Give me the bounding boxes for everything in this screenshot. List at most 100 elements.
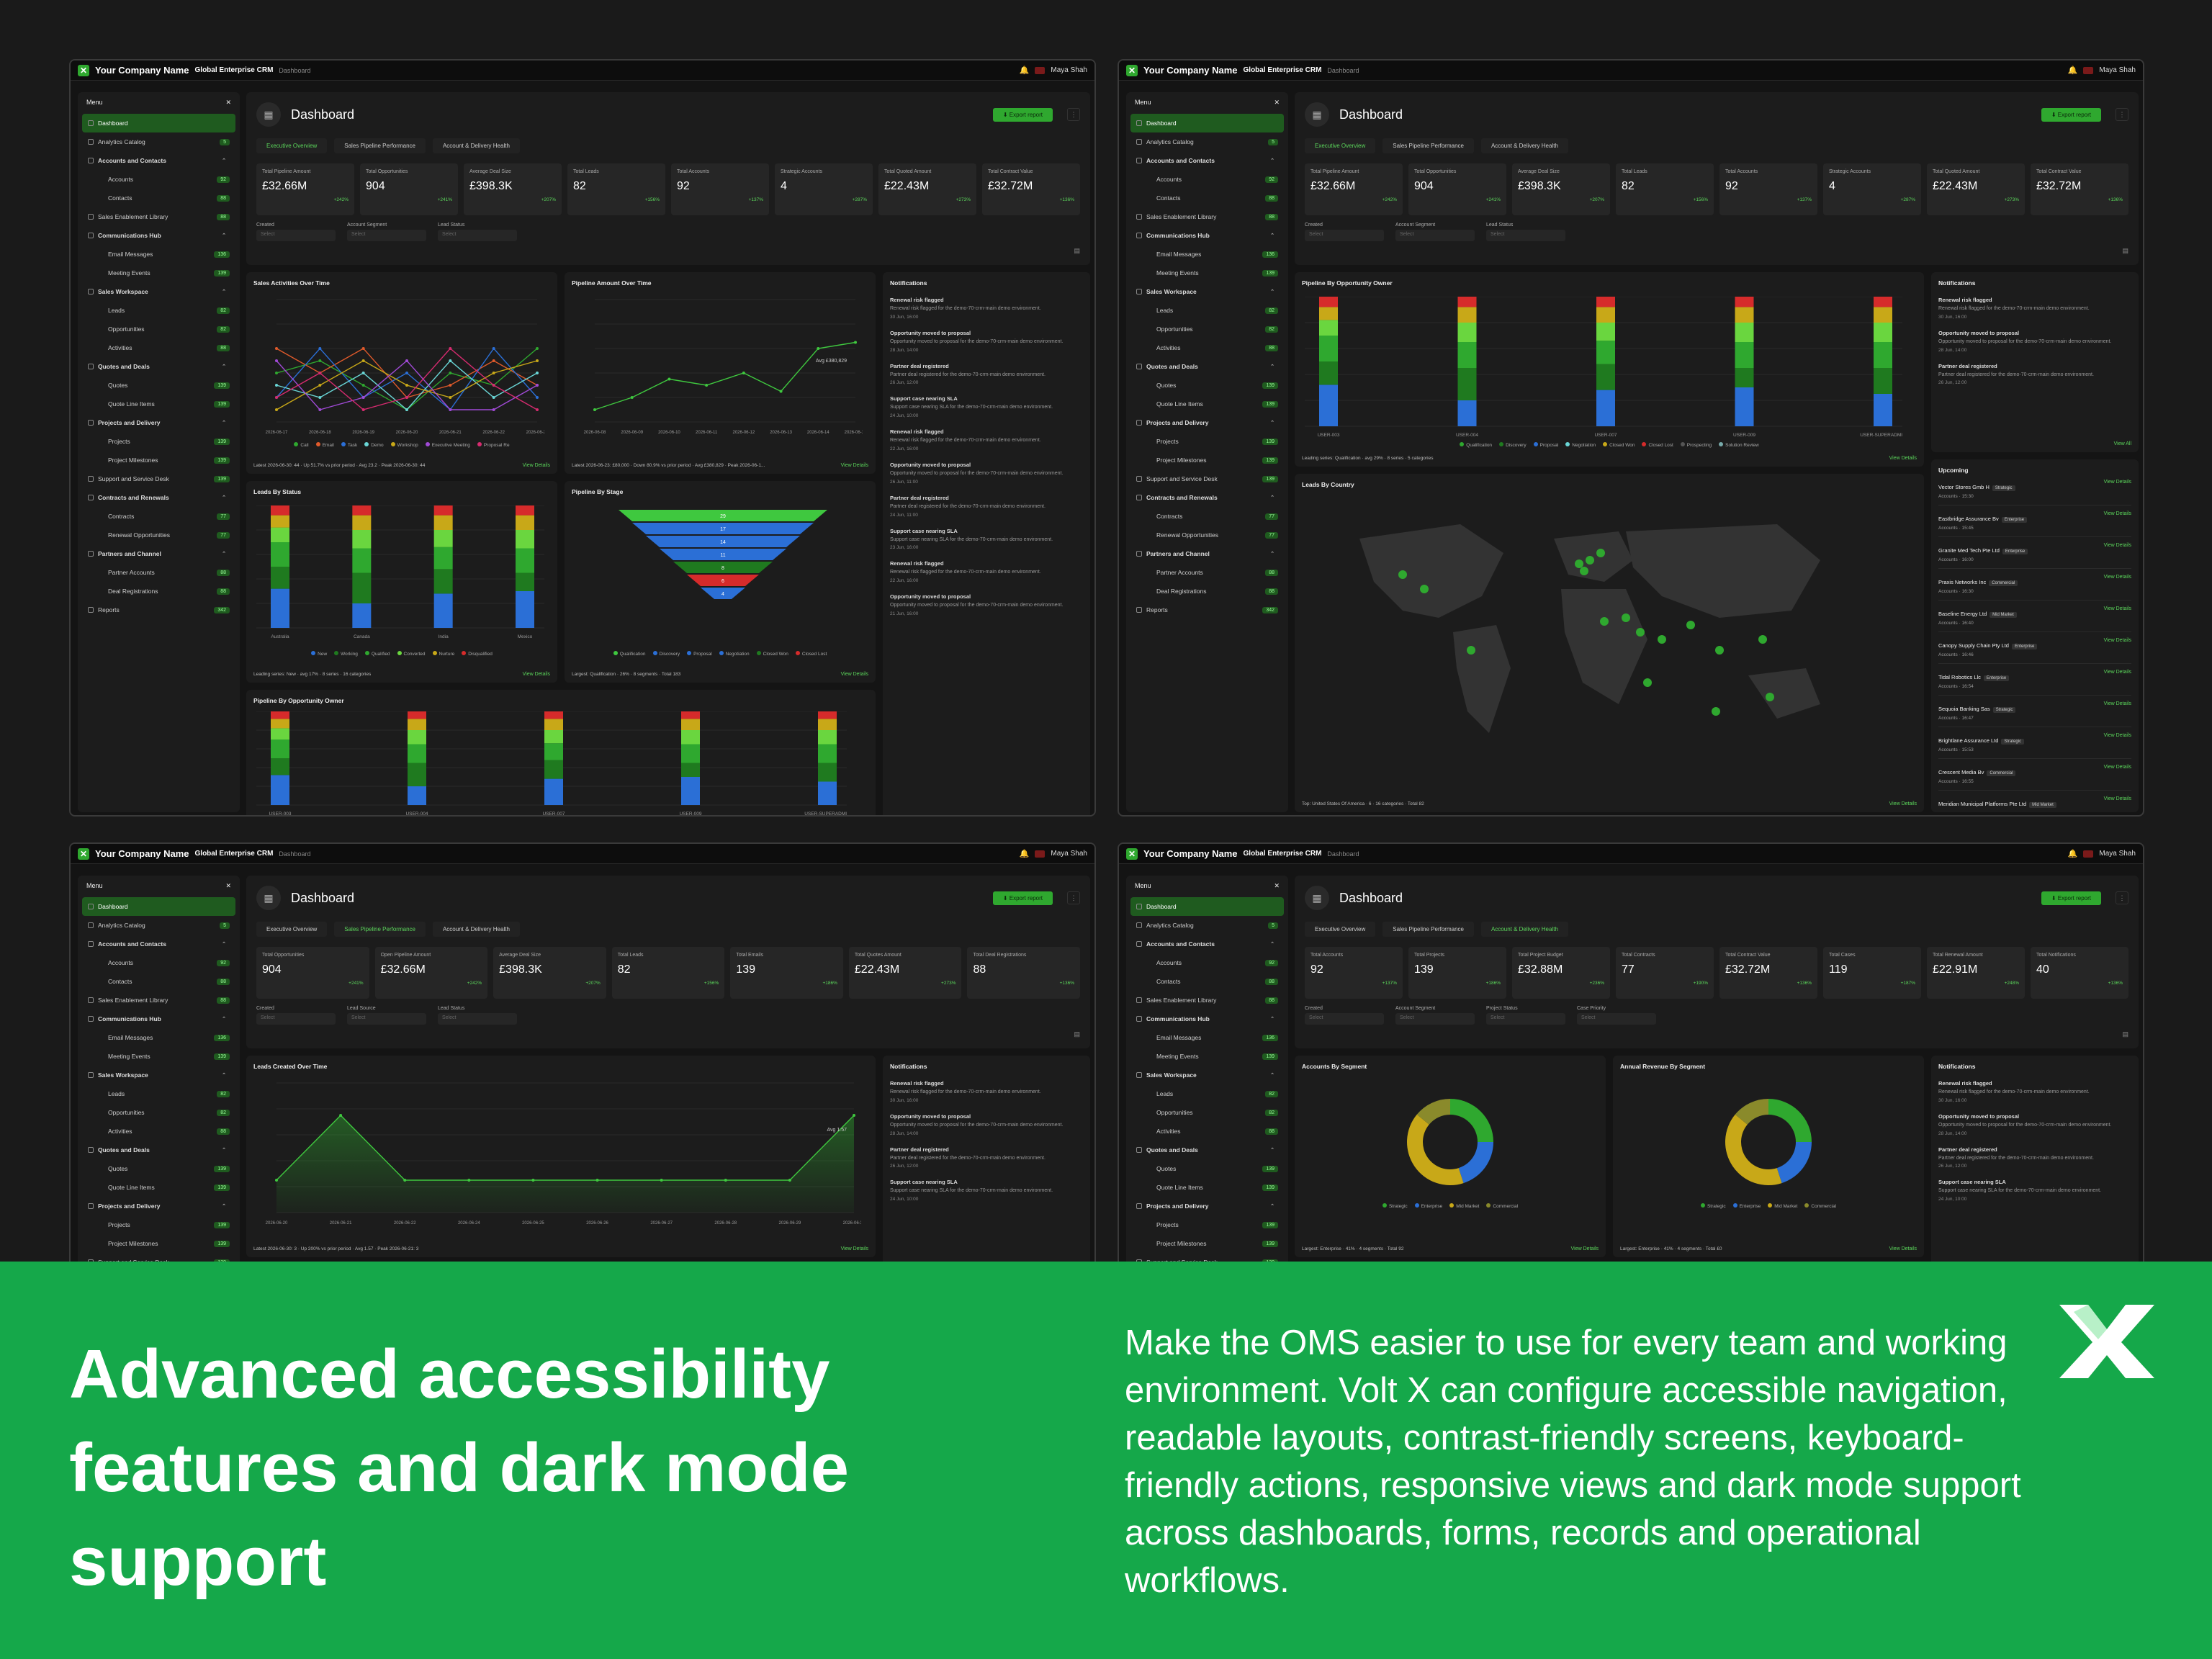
view-details-link[interactable]: View Details bbox=[1889, 801, 1917, 806]
legend-item[interactable]: Proposal bbox=[1533, 442, 1558, 448]
sidebar-item[interactable]: Email Messages 136 bbox=[82, 245, 235, 264]
bell-icon[interactable]: 🔔 bbox=[1020, 849, 1030, 858]
sidebar-item[interactable]: Contracts 77 bbox=[82, 507, 235, 526]
breadcrumb[interactable]: Dashboard bbox=[1327, 67, 1359, 74]
kpi-card[interactable]: Total Quotes Amount £22.43M +273% bbox=[848, 947, 962, 999]
legend-item[interactable]: Working bbox=[334, 651, 358, 657]
filter-select[interactable]: Select bbox=[438, 1013, 517, 1025]
chevron-up-icon[interactable]: ⌃ bbox=[218, 419, 230, 426]
close-icon[interactable]: ✕ bbox=[225, 99, 231, 107]
kpi-card[interactable]: Total Accounts 92 +137% bbox=[671, 163, 769, 215]
sidebar-item[interactable]: Email Messages 136 bbox=[82, 1028, 235, 1047]
sidebar-item[interactable]: Quote Line Items 139 bbox=[82, 395, 235, 413]
legend-item[interactable]: Closed Lost bbox=[795, 651, 827, 657]
chevron-up-icon[interactable]: ⌃ bbox=[218, 232, 230, 239]
notification-item[interactable]: Support case nearing SLA Support case nea… bbox=[890, 528, 1083, 551]
view-details-link[interactable]: View Details bbox=[523, 463, 550, 468]
notification-item[interactable]: Opportunity moved to proposal Opportunity… bbox=[1938, 1113, 2131, 1136]
sidebar-item[interactable]: Projects and Delivery ⌃ bbox=[1130, 413, 1284, 432]
kpi-card[interactable]: Total Contract Value £32.72M +136% bbox=[982, 163, 1080, 215]
sidebar-item[interactable]: Partners and Channel ⌃ bbox=[82, 544, 235, 563]
user-name[interactable]: Maya Shah bbox=[2099, 850, 2136, 858]
view-details-link[interactable]: View Details bbox=[841, 463, 868, 468]
chevron-up-icon[interactable]: ⌃ bbox=[1267, 288, 1278, 295]
view-details-link[interactable]: View Details bbox=[1571, 1246, 1599, 1251]
kpi-card[interactable]: Open Pipeline Amount £32.66M +242% bbox=[374, 947, 488, 999]
chevron-up-icon[interactable]: ⌃ bbox=[1267, 1146, 1278, 1154]
notification-item[interactable]: Renewal risk flagged Renewal risk flagged… bbox=[890, 1080, 1083, 1103]
sidebar-item[interactable]: Quote Line Items 139 bbox=[1130, 395, 1284, 413]
view-details-link[interactable]: View Details bbox=[2104, 606, 2131, 611]
filter-select[interactable]: Select bbox=[438, 230, 517, 241]
sidebar-item[interactable]: Sales Workspace ⌃ bbox=[1130, 1066, 1284, 1084]
legend-item[interactable]: Commercial bbox=[1486, 1203, 1518, 1209]
notification-item[interactable]: Renewal risk flagged Renewal risk flagged… bbox=[890, 428, 1083, 451]
legend-item[interactable]: Email bbox=[315, 442, 334, 448]
chevron-up-icon[interactable]: ⌃ bbox=[218, 1071, 230, 1079]
tab[interactable]: Sales Pipeline Performance bbox=[1382, 138, 1474, 153]
sidebar-item[interactable]: Quotes and Deals ⌃ bbox=[1130, 357, 1284, 376]
chevron-up-icon[interactable]: ⌃ bbox=[218, 363, 230, 370]
sidebar-item[interactable]: Quotes 139 bbox=[1130, 376, 1284, 395]
sidebar-item[interactable]: Activities 88 bbox=[1130, 338, 1284, 357]
chevron-up-icon[interactable]: ⌃ bbox=[1267, 363, 1278, 370]
tab[interactable]: Executive Overview bbox=[1305, 922, 1376, 937]
filter-select[interactable]: Select bbox=[1395, 1013, 1475, 1025]
sidebar-item[interactable]: Deal Registrations 88 bbox=[1130, 582, 1284, 601]
notification-item[interactable]: Opportunity moved to proposal Opportunity… bbox=[890, 330, 1083, 353]
kpi-card[interactable]: Total Quoted Amount £22.43M +273% bbox=[878, 163, 976, 215]
notification-item[interactable]: Partner deal registered Partner deal regi… bbox=[1938, 1146, 2131, 1169]
view-details-link[interactable]: View Details bbox=[2104, 638, 2131, 643]
legend-item[interactable]: Closed Won bbox=[756, 651, 788, 657]
bell-icon[interactable]: 🔔 bbox=[1020, 66, 1030, 75]
sidebar-item[interactable]: Opportunities 82 bbox=[1130, 1103, 1284, 1122]
view-details-link[interactable]: View Details bbox=[523, 672, 550, 677]
close-icon[interactable]: ✕ bbox=[225, 882, 231, 890]
legend-item[interactable]: Call bbox=[294, 442, 309, 448]
sidebar-item[interactable]: Projects 139 bbox=[82, 432, 235, 451]
view-details-link[interactable]: View Details bbox=[2104, 796, 2131, 801]
sidebar-item[interactable]: Leads 82 bbox=[82, 1084, 235, 1103]
kpi-card[interactable]: Total Pipeline Amount £32.66M +242% bbox=[256, 163, 354, 215]
notification-item[interactable]: Partner deal registered Partner deal regi… bbox=[1938, 363, 2131, 386]
view-details-link[interactable]: View Details bbox=[2104, 575, 2131, 580]
sidebar-item[interactable]: Contracts and Renewals ⌃ bbox=[82, 488, 235, 507]
sidebar-item[interactable]: Analytics Catalog 5 bbox=[1130, 916, 1284, 935]
sidebar-item[interactable]: Support and Service Desk 139 bbox=[1130, 469, 1284, 488]
sidebar-item[interactable]: Communications Hub ⌃ bbox=[82, 226, 235, 245]
kpi-card[interactable]: Total Leads 82 +156% bbox=[611, 947, 725, 999]
sidebar-item[interactable]: Partner Accounts 88 bbox=[1130, 563, 1284, 582]
sidebar-item[interactable]: Analytics Catalog 5 bbox=[1130, 132, 1284, 151]
notification-item[interactable]: Renewal risk flagged Renewal risk flagged… bbox=[1938, 1080, 2131, 1103]
sidebar-item[interactable]: Renewal Opportunities 77 bbox=[82, 526, 235, 544]
kpi-card[interactable]: Total Opportunities 904 +241% bbox=[360, 163, 458, 215]
kpi-card[interactable]: Average Deal Size £398.3K +207% bbox=[493, 947, 606, 999]
avatar[interactable] bbox=[1035, 66, 1046, 74]
sidebar-item[interactable]: Communications Hub ⌃ bbox=[1130, 226, 1284, 245]
sidebar-item[interactable]: Support and Service Desk 139 bbox=[82, 469, 235, 488]
kpi-card[interactable]: Average Deal Size £398.3K +207% bbox=[1512, 163, 1610, 215]
legend-item[interactable]: Negotiation bbox=[719, 651, 750, 657]
notification-item[interactable]: Renewal risk flagged Renewal risk flagged… bbox=[890, 297, 1083, 320]
view-details-link[interactable]: View Details bbox=[2104, 543, 2131, 548]
legend-item[interactable]: Strategic bbox=[1382, 1203, 1408, 1209]
notification-item[interactable]: Opportunity moved to proposal Opportunity… bbox=[890, 1113, 1083, 1136]
legend-item[interactable]: Solution Review bbox=[1719, 442, 1759, 448]
company-logo-icon[interactable]: ✕ bbox=[78, 848, 89, 860]
filter-select[interactable]: Select bbox=[1305, 230, 1384, 241]
filter-select[interactable]: Select bbox=[347, 1013, 426, 1025]
legend-item[interactable]: Discovery bbox=[1499, 442, 1527, 448]
sidebar-item[interactable]: Sales Enablement Library 88 bbox=[82, 991, 235, 1010]
chevron-up-icon[interactable]: ⌃ bbox=[218, 1146, 230, 1154]
sidebar-item[interactable]: Projects and Delivery ⌃ bbox=[82, 413, 235, 432]
sidebar-item[interactable]: Leads 82 bbox=[1130, 301, 1284, 320]
sidebar-item[interactable]: Sales Enablement Library 88 bbox=[1130, 207, 1284, 226]
tab[interactable]: Executive Overview bbox=[256, 138, 328, 153]
filter-select[interactable]: Select bbox=[347, 230, 426, 241]
sidebar-item[interactable]: Projects 139 bbox=[82, 1215, 235, 1234]
chevron-up-icon[interactable]: ⌃ bbox=[218, 288, 230, 295]
sidebar-item[interactable]: Sales Workspace ⌃ bbox=[1130, 282, 1284, 301]
sidebar-item[interactable]: Accounts 92 bbox=[1130, 170, 1284, 189]
avatar[interactable] bbox=[1035, 850, 1046, 858]
export-report-button[interactable]: ⬇ Export report bbox=[2041, 107, 2101, 122]
